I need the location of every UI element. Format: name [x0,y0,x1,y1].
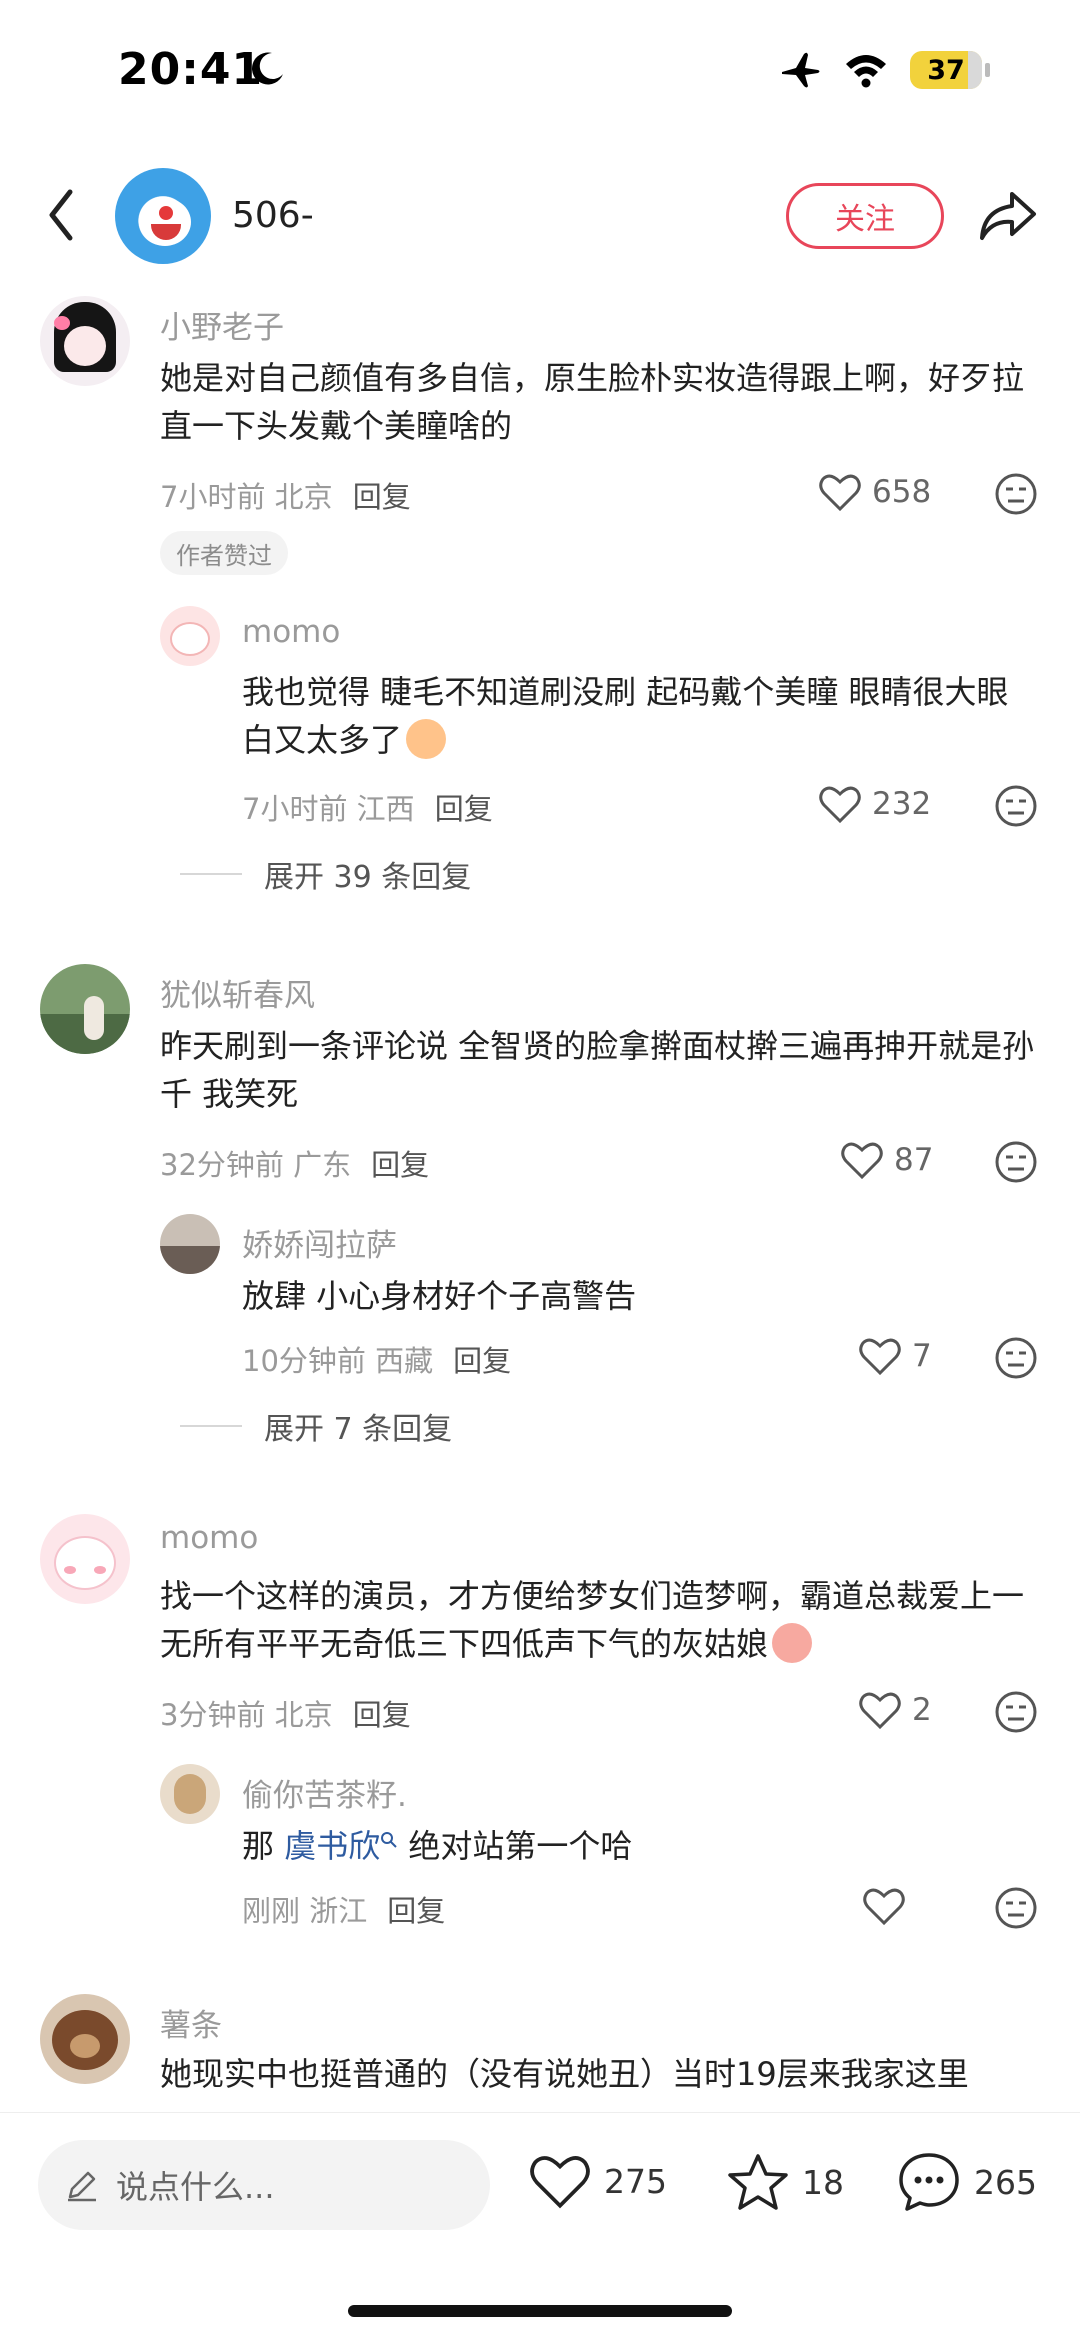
expand-replies-button[interactable]: 展开 7 条回复 [180,1404,452,1448]
heart-icon [841,1142,883,1180]
comment-meta: 7小时前 北京 回复 [160,480,411,514]
search-icon [381,1832,397,1848]
reply-button[interactable]: 回复 [371,1148,429,1182]
avatar[interactable] [40,296,130,386]
comment-text: 她现实中也挺普通的（没有说她丑）当时19层来我家这里 [160,2055,969,2093]
status-icons: 37 [778,50,990,90]
comment-text: 她是对自己颜值有多自信，原生脸朴实妆造得跟上啊，好歹拉直一下头发戴个美瞳啥的 [160,359,1025,445]
comment-meta: 32分钟前 广东 回复 [160,1148,430,1182]
comment-text: 昨天刷到一条评论说 全智贤的脸拿擀面杖擀三遍再抻开就是孙千 我笑死 [160,1027,1035,1113]
author-avatar[interactable] [115,168,211,264]
reply-meta: 10分钟前 西藏 回复 [242,1344,512,1378]
heart-icon [530,2156,590,2209]
dislike-face-icon[interactable] [994,1140,1038,1184]
share-icon[interactable] [978,188,1038,244]
emoji-icon [772,1623,813,1663]
reply-button[interactable]: 回复 [453,1344,511,1378]
author-liked-badge: 作者赞过 [160,531,288,575]
comment-text: 找一个这样的演员，才方便给梦女们造梦啊，霸道总裁爱上一无所有平平无奇低三下四低声… [160,1577,1025,1663]
dislike-face-icon[interactable] [994,784,1038,828]
comment-like-button[interactable]: 87 [840,1140,933,1180]
home-indicator [348,2305,732,2317]
wifi-icon [846,55,886,88]
comment-username[interactable]: 小野老子 [160,302,284,347]
reply-username[interactable]: momo [242,614,340,650]
reply-button[interactable]: 回复 [353,480,411,514]
reply-like-button[interactable]: 232 [818,784,931,824]
reply-meta: 刚刚 浙江 回复 [242,1894,446,1928]
comment-meta: 3分钟前 北京 回复 [160,1698,411,1732]
avatar[interactable] [160,1764,220,1824]
dislike-face-icon[interactable] [994,1886,1038,1930]
back-arrow-icon[interactable] [44,186,78,244]
reply-button[interactable]: 回复 [435,792,493,826]
comment-input-placeholder: 说点什么... [116,2168,275,2206]
reply-button[interactable]: 回复 [387,1894,445,1928]
mention-link[interactable]: 虞书欣 [284,1827,380,1865]
avatar[interactable] [40,964,130,1054]
reply-button[interactable]: 回复 [353,1698,411,1732]
airplane-icon [782,52,820,88]
dislike-face-icon[interactable] [994,1336,1038,1380]
reply-like-button[interactable]: 7 [858,1336,932,1376]
reply-text: 我也觉得 睫毛不知道刷没刷 起码戴个美瞳 眼睛很大眼白又太多了 [242,673,1009,759]
expand-replies-button[interactable]: 展开 39 条回复 [180,852,471,896]
comment-username[interactable]: 薯条 [160,2000,222,2045]
post-comment-button[interactable]: 265 [896,2150,1037,2214]
reply-username[interactable]: 偷你苦茶籽. [242,1770,407,1815]
comment-username[interactable]: momo [160,1520,258,1556]
pencil-icon [68,2171,96,2202]
comment-input[interactable]: 说点什么... [38,2140,490,2230]
comment-username[interactable]: 犹似斩春风 [160,970,315,1015]
heart-icon [819,786,861,824]
avatar[interactable] [40,1994,130,2084]
moon-icon [251,52,283,85]
reply-text: 那 虞书欣 绝对站第一个哈 [242,1827,633,1865]
heart-icon [819,474,861,512]
chat-bubble-icon [899,2153,959,2211]
author-name[interactable]: 506- [232,195,314,236]
avatar[interactable] [160,606,220,666]
avatar[interactable] [40,1514,130,1604]
avatar[interactable] [160,1214,220,1274]
status-time: 20:41 [118,44,264,95]
battery-indicator: 37 [910,51,990,89]
heart-icon [859,1338,901,1376]
dislike-face-icon[interactable] [994,472,1038,516]
reply-username[interactable]: 娇娇闯拉萨 [242,1220,397,1265]
comment-like-button[interactable]: 2 [858,1690,932,1730]
heart-icon [859,1692,901,1730]
reply-like-button[interactable] [862,1886,906,1926]
star-icon [728,2154,788,2210]
post-collect-button[interactable]: 18 [726,2152,844,2212]
crying-emoji-icon [406,719,447,759]
reply-text: 放肆 小心身材好个子高警告 [242,1277,637,1315]
comment-like-button[interactable]: 658 [818,472,931,512]
post-like-button[interactable]: 275 [528,2152,667,2210]
heart-icon [863,1888,905,1926]
dislike-face-icon[interactable] [994,1690,1038,1734]
follow-button[interactable]: 关注 [786,183,944,249]
reply-meta: 7小时前 江西 回复 [242,792,493,826]
